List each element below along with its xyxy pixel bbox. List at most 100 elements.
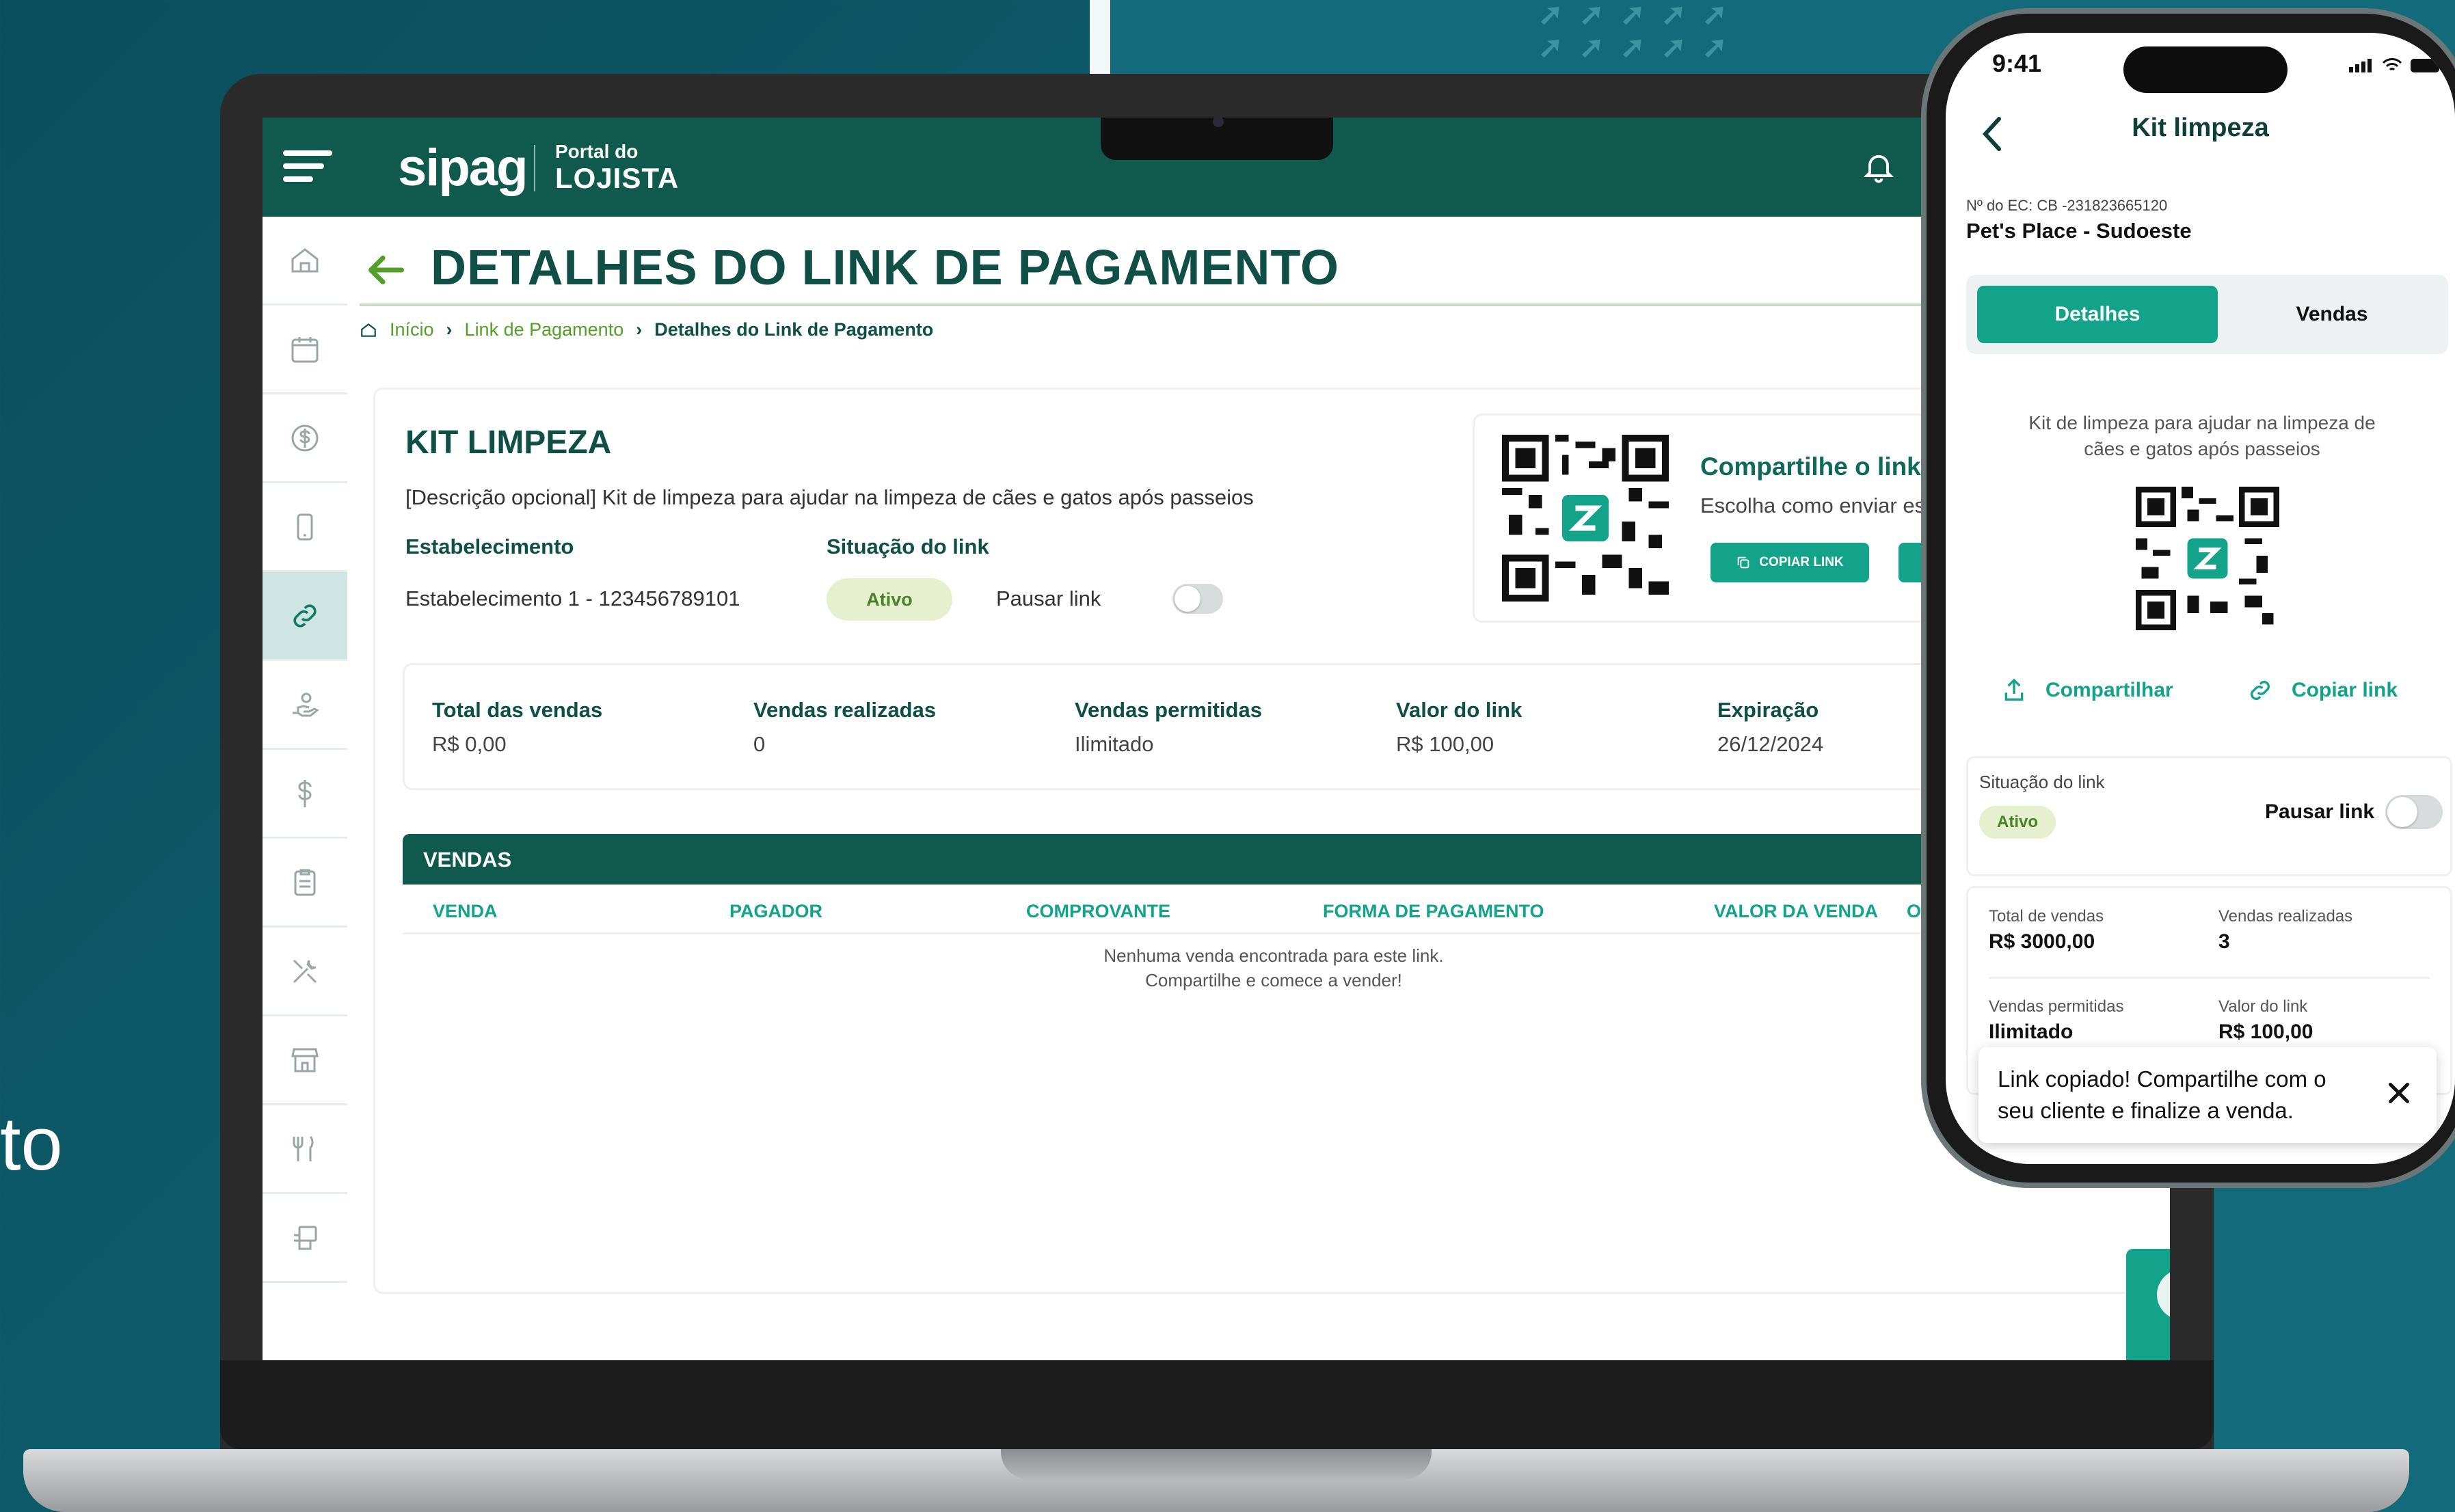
share-title: Compartilhe o link [1700,453,1921,481]
stat-label: Vendas realizadas [2218,907,2353,926]
portal-label-line2: LOJISTA [555,162,680,194]
sidebar-item-receivables[interactable] [263,661,347,750]
copy-link-button[interactable]: COPIAR LINK [1711,543,1869,582]
breadcrumb: Início › Link de Pagamento › Detalhes do… [360,319,933,340]
tab-details[interactable]: Detalhes [1977,286,2218,343]
dollar-icon [298,779,312,807]
empty-state-line2: Compartilhe e comece a vender! [1145,970,1402,990]
stat-value: Ilimitado [1989,1021,2074,1043]
empty-state: Nenhuma venda encontrada para este link.… [375,943,2170,993]
phone-description: Kit de limpeza para ajudar na limpeza de… [2028,412,2376,459]
stat-sales-allowed: Vendas permitidas Ilimitado [1989,997,2123,1044]
portal-label-line1: Portal do [555,141,639,162]
sidebar-item-device[interactable] [263,483,347,572]
main-content: DETALHES DO LINK DE PAGAMENTO Início › L… [347,217,2170,1360]
home-icon[interactable] [360,321,377,339]
copy-link-action[interactable]: Copiar link [2246,677,2398,704]
stat-label: Vendas permitidas [1989,997,2124,1016]
sidebar-item-reports[interactable] [263,839,347,928]
hamburger-menu-icon[interactable] [283,150,332,185]
status-time: 9:41 [1992,49,2042,77]
back-arrow-icon[interactable] [362,249,410,291]
product-description: [Descrição opcional] Kit de limpeza para… [405,485,1254,509]
bell-icon[interactable] [1861,149,1896,185]
store-icon [291,1048,319,1072]
column-header[interactable]: O [1907,901,1921,922]
stats-panel: Total das vendas R$ 0,00 Vendas realizada… [403,663,2170,790]
stat-value: Ilimitado [1075,732,1154,756]
stat-label: Vendas realizadas [753,698,937,722]
column-header[interactable]: FORMA DE PAGAMENTO [1323,901,1544,922]
money-hand-icon [293,692,319,716]
stat-value: 3 [2218,930,2230,953]
sidebar-item-sales[interactable] [263,750,347,839]
column-header[interactable]: COMPROVANTE [1026,901,1170,922]
brand-logo: sipag [398,139,528,197]
sidebar-item-home[interactable] [263,217,347,306]
breadcrumb-current: Detalhes do Link de Pagamento [654,319,934,340]
phone-icon [297,513,313,540]
copy-link-label: Copiar link [2292,679,2398,701]
stat-value: 0 [753,732,766,756]
arrow-pattern-decoration: ➚ ➚ ➚ ➚ ➚ ➚ ➚ ➚ ➚ ➚ [1538,0,1728,64]
link-status-label: Situação do link [1979,772,2105,792]
sales-title: VENDAS [423,848,512,872]
sidebar-item-finance[interactable] [263,394,347,483]
empty-state-line1: Nenhuma venda encontrada para este link. [1103,945,1444,966]
stat-link-value: Valor do link R$ 100,00 [2218,997,2313,1044]
stat-expiration: Expiração 26/12/2024 [1717,698,1823,757]
tab-sales[interactable]: Vendas [2219,286,2445,343]
copy-link-label: COPIAR LINK [1759,555,1844,569]
stat-label: Total das vendas [432,698,603,722]
stat-label: Valor do link [2218,997,2308,1016]
sidebar-item-calendar[interactable] [263,306,347,394]
column-header[interactable]: VENDA [433,901,498,922]
product-name: KIT LIMPEZA [405,424,612,461]
stat-label: Expiração [1717,698,1819,722]
chevron-right-icon: › [636,319,643,340]
laptop-screen: sipag Portal do LOJISTA DETALHES DO LINK… [263,118,2170,1360]
establishment-label: Estabelecimento [405,535,574,558]
share-subtitle: Escolha como enviar este [1700,494,1943,517]
calendar-icon [291,336,319,362]
chevron-right-icon: › [446,319,453,340]
close-icon[interactable] [2382,1076,2416,1110]
pause-link-toggle[interactable] [1172,584,1223,614]
phone-tabs: Detalhes Vendas [1966,275,2448,354]
phone-screen: 9:41 Kit limpeza Nº do EC: CB -231823665… [1946,33,2455,1164]
chat-support-button[interactable] [2126,1249,2170,1360]
column-header[interactable]: VALOR DA VENDA [1714,901,1878,922]
stat-value: 26/12/2024 [1717,732,1824,756]
share-action[interactable]: Compartilhar [2000,677,2173,704]
ec-number: Nº do EC: CB -231823665120 [1966,197,2168,214]
clipboard-icon [294,869,316,895]
brand-separator [534,145,535,191]
toast-message: Link copiado! Compartilhe com o seu clie… [1998,1066,2326,1123]
laptop-groove [1001,1449,1432,1479]
stat-value: R$ 3000,00 [1989,930,2095,953]
column-header[interactable]: PAGADOR [729,901,822,922]
sidebar-item-payment-link[interactable] [263,572,347,661]
breadcrumb-home[interactable]: Início [390,319,434,340]
camera-notch [1101,116,1333,160]
title-divider [360,303,2170,306]
sidebar-item-services[interactable] [263,928,347,1016]
sidebar-item-store[interactable] [263,1016,347,1105]
stat-value: R$ 100,00 [2218,1021,2313,1043]
sidebar-item-terminal[interactable] [263,1194,347,1283]
avatar [2157,1269,2170,1320]
establishment-value: Estabelecimento 1 - 123456789101 [405,586,740,610]
share-label: Compartilhar [2045,679,2173,701]
stats-divider [1989,977,2430,979]
toast-notification: Link copiado! Compartilhe com o seu clie… [1978,1047,2437,1143]
stat-label: Total de vendas [1989,907,2104,926]
shop-name: Pet's Place - Sudoeste [1966,219,2192,243]
page-title: DETALHES DO LINK DE PAGAMENTO [431,241,1340,295]
background-divider [1090,0,1110,75]
link-status-panel: Situação do link Ativo Pausar link [1966,756,2452,876]
pause-link-toggle[interactable] [2385,795,2443,829]
pause-link-label: Pausar link [2265,800,2375,823]
sidebar-item-restaurant[interactable] [263,1105,347,1194]
breadcrumb-payment-link[interactable]: Link de Pagamento [465,319,624,340]
pause-link-label: Pausar link [996,586,1101,610]
